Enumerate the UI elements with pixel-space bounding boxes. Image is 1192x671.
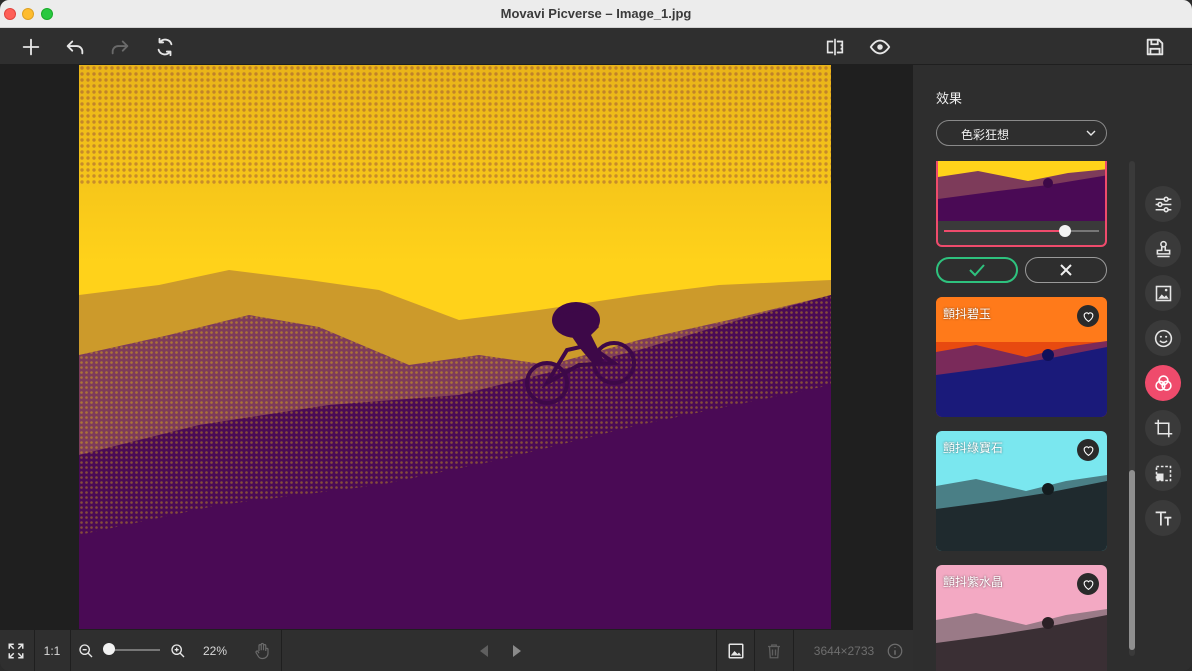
save-button[interactable] <box>1142 34 1168 60</box>
apply-effect-button[interactable] <box>936 257 1018 283</box>
actual-size-button[interactable]: 1:1 <box>40 638 64 664</box>
effect-label: 顫抖紫水晶 <box>943 575 1004 589</box>
separator <box>793 630 794 671</box>
effect-card[interactable]: 顫抖綠寶石 <box>936 431 1107 551</box>
zoom-slider-thumb[interactable] <box>102 643 115 655</box>
bottom-bar: 1:1 22% 3644×2733 <box>0 629 913 671</box>
save-icon <box>1146 38 1164 56</box>
effect-label: 顫抖碧玉 <box>943 307 992 321</box>
effect-category-value: 色彩狂想 <box>961 128 1010 142</box>
text-icon <box>1155 511 1171 525</box>
previous-image-button[interactable] <box>474 638 494 664</box>
zoom-out-button[interactable] <box>76 638 96 664</box>
favorite-button[interactable] <box>1077 573 1099 595</box>
cancel-effect-button[interactable] <box>1025 257 1107 283</box>
heart-icon <box>1083 311 1093 322</box>
open-image-button[interactable] <box>726 638 746 664</box>
trash-icon <box>768 644 780 659</box>
effects-list[interactable]: 顫抖碧玉 顫抖綠寶石 顫抖紫水晶 <box>913 161 1140 671</box>
intensity-slider-fill <box>944 230 1065 232</box>
image-icon <box>1155 285 1171 301</box>
zoom-in-button[interactable] <box>168 638 188 664</box>
reset-button[interactable] <box>152 34 178 60</box>
refresh-icon <box>157 37 173 57</box>
favorite-button[interactable] <box>1077 439 1099 461</box>
effect-label: 顫抖綠寶石 <box>943 441 1004 455</box>
chevron-down-icon <box>1086 130 1096 136</box>
favorite-button[interactable] <box>1077 305 1099 327</box>
image-canvas[interactable] <box>0 65 913 629</box>
intensity-slider-thumb[interactable] <box>1058 225 1071 237</box>
sticker-tool-button[interactable] <box>1145 320 1181 356</box>
separator <box>70 630 71 671</box>
adjust-icon <box>1155 196 1171 212</box>
separator <box>34 630 35 671</box>
halftone-photo-art <box>79 65 831 629</box>
preview-button[interactable] <box>867 34 893 60</box>
fullscreen-button[interactable] <box>4 638 28 664</box>
effects-icon <box>1154 374 1172 391</box>
triangle-right-icon <box>513 645 521 657</box>
next-image-button[interactable] <box>507 638 527 664</box>
add-button[interactable] <box>18 34 44 60</box>
undo-icon <box>66 40 84 55</box>
text-tool-button[interactable] <box>1145 500 1181 536</box>
redo-icon <box>111 40 129 55</box>
stamp-tool-button[interactable] <box>1145 231 1181 267</box>
heart-icon <box>1083 579 1093 590</box>
effects-panel: 效果 色彩狂想 顫抖碧玉 顫抖綠寶石 顫抖紫水晶 <box>913 65 1140 671</box>
zoom-out-icon <box>79 644 93 658</box>
tool-rail <box>1140 65 1192 671</box>
undo-button[interactable] <box>62 34 88 60</box>
panel-scrollbar-thumb[interactable] <box>1129 470 1135 650</box>
info-icon <box>887 643 903 659</box>
edited-photo[interactable] <box>79 65 831 629</box>
heart-icon <box>1083 445 1093 456</box>
selected-effect-card[interactable] <box>936 161 1107 247</box>
effect-card[interactable]: 顫抖碧玉 <box>936 297 1107 417</box>
delete-button[interactable] <box>764 638 784 664</box>
compare-button[interactable] <box>822 34 848 60</box>
pan-tool-button[interactable] <box>252 638 272 664</box>
info-button[interactable] <box>884 638 906 664</box>
transform-tool-button[interactable] <box>1145 455 1181 491</box>
app-window: Movavi Picverse – Image_1.jpg 1:1 22% 36… <box>0 0 1192 671</box>
effect-category-select[interactable]: 色彩狂想 <box>936 120 1107 146</box>
close-icon <box>1060 264 1072 276</box>
image-dimensions: 3644×2733 <box>813 644 875 658</box>
separator <box>754 630 755 671</box>
effect-card[interactable]: 顫抖紫水晶 <box>936 565 1107 671</box>
compare-icon <box>826 38 844 56</box>
separator <box>716 630 717 671</box>
image-icon <box>728 643 744 659</box>
sticker-icon <box>1154 329 1172 347</box>
hand-icon <box>255 642 269 660</box>
zoom-in-icon <box>171 644 185 658</box>
plus-icon <box>22 38 40 56</box>
fullscreen-icon <box>8 643 24 659</box>
zoom-level: 22% <box>202 644 228 658</box>
title-bar: Movavi Picverse – Image_1.jpg <box>0 0 1192 28</box>
crop-tool-button[interactable] <box>1145 410 1181 446</box>
top-toolbar <box>0 28 1192 65</box>
selected-effect-thumbnail <box>938 161 1105 221</box>
image-tool-button[interactable] <box>1145 275 1181 311</box>
crop-icon <box>1154 419 1172 437</box>
check-icon <box>969 264 985 277</box>
adjust-tool-button[interactable] <box>1145 186 1181 222</box>
window-title: Movavi Picverse – Image_1.jpg <box>500 6 692 21</box>
triangle-left-icon <box>480 645 488 657</box>
preview-eye-icon <box>869 39 891 55</box>
redo-button[interactable] <box>107 34 133 60</box>
transform-icon <box>1155 465 1171 481</box>
effects-tool-button[interactable] <box>1145 365 1181 401</box>
separator <box>281 630 282 671</box>
stamp-icon <box>1156 240 1170 257</box>
panel-title: 效果 <box>936 91 963 106</box>
